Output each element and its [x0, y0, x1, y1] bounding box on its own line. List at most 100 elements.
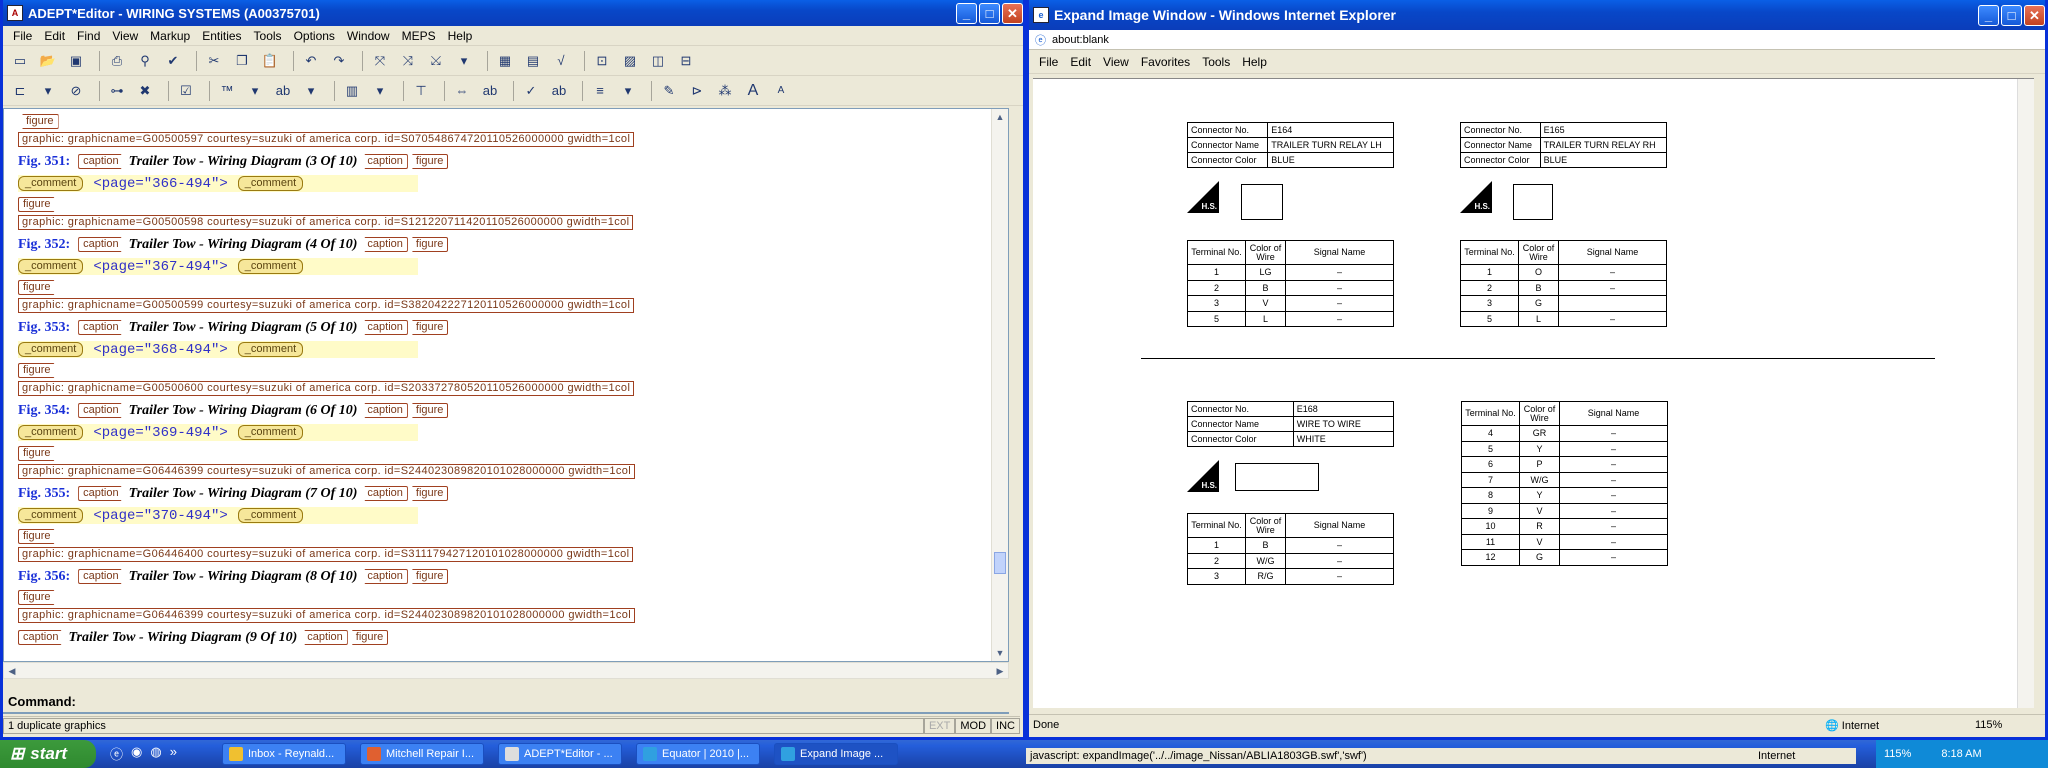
- task-adept[interactable]: ADEPT*Editor - ...: [498, 743, 622, 765]
- scroll-up-icon[interactable]: ▲: [992, 109, 1008, 125]
- expand-icon[interactable]: ⇔: [451, 81, 473, 101]
- caption-end-tag[interactable]: caption: [299, 630, 348, 645]
- graphic-tag[interactable]: graphic: graphicname=G00500600 courtesy=…: [18, 381, 635, 396]
- page-marker[interactable]: <page="367-494">: [93, 259, 227, 275]
- dropdown-icon[interactable]: ▾: [617, 81, 639, 101]
- attribute-icon[interactable]: ⊘: [65, 81, 87, 101]
- caption-tag[interactable]: caption: [78, 237, 127, 252]
- open-folder-icon[interactable]: 📂: [37, 51, 59, 71]
- dropdown-icon[interactable]: ▾: [244, 81, 266, 101]
- ie-menu-tools[interactable]: Tools: [1196, 55, 1236, 69]
- ie-maximize-button[interactable]: □: [2001, 4, 2022, 26]
- page-marker[interactable]: <page="366-494">: [93, 176, 227, 192]
- scroll-right-icon[interactable]: ▶: [992, 663, 1008, 679]
- new-icon[interactable]: ▭: [9, 51, 31, 71]
- comment-end-tag[interactable]: _comment: [237, 259, 304, 274]
- figure-tag[interactable]: figure: [407, 403, 449, 418]
- comment-tag[interactable]: _comment: [18, 259, 84, 274]
- ie-menu-favorites[interactable]: Favorites: [1135, 55, 1196, 69]
- dropdown-icon[interactable]: ▾: [453, 51, 475, 71]
- menu-file[interactable]: File: [7, 29, 38, 43]
- align-icon[interactable]: ≡: [589, 81, 611, 101]
- comment-end-tag[interactable]: _comment: [237, 342, 304, 357]
- check-icon[interactable]: ☑: [175, 81, 197, 101]
- minimize-button[interactable]: _: [956, 2, 977, 24]
- outlook-launch-icon[interactable]: ◉: [131, 744, 142, 764]
- menu-tools[interactable]: Tools: [248, 29, 288, 43]
- caption-end-tag[interactable]: caption: [359, 237, 408, 252]
- comment-tag[interactable]: _comment: [18, 342, 84, 357]
- graphic-tag[interactable]: graphic: graphicname=G06446399 courtesy=…: [18, 464, 636, 479]
- command-input[interactable]: [3, 712, 1009, 714]
- figure-tag[interactable]: figure: [18, 114, 59, 129]
- task-inbox[interactable]: Inbox - Reynald...: [222, 743, 346, 765]
- tray-zoom[interactable]: 115%: [1884, 748, 1911, 760]
- change-tag-icon[interactable]: ⤨: [397, 51, 419, 71]
- menu-options[interactable]: Options: [288, 29, 341, 43]
- graphic-tag[interactable]: graphic: graphicname=G00500598 courtesy=…: [18, 215, 634, 230]
- menu-find[interactable]: Find: [71, 29, 106, 43]
- text-larger-icon[interactable]: A: [742, 81, 764, 101]
- comment-tag[interactable]: _comment: [18, 425, 84, 440]
- figure-caption[interactable]: Trailer Tow - Wiring Diagram (5 Of 10): [129, 320, 358, 336]
- figure-caption[interactable]: Trailer Tow - Wiring Diagram (3 Of 10): [129, 154, 358, 170]
- menu-edit[interactable]: Edit: [38, 29, 71, 43]
- dropdown-icon[interactable]: ▾: [369, 81, 391, 101]
- figure-tag[interactable]: figure: [18, 280, 59, 295]
- caption-tag[interactable]: caption: [18, 630, 67, 645]
- spelling-check-icon[interactable]: ✓: [520, 81, 542, 101]
- horizontal-scrollbar[interactable]: ◀ ▶: [3, 662, 1009, 679]
- caption-tag[interactable]: caption: [78, 403, 127, 418]
- figure-tag[interactable]: figure: [18, 529, 59, 544]
- maximize-button[interactable]: □: [979, 2, 1000, 24]
- comment-end-tag[interactable]: _comment: [237, 176, 304, 191]
- figure-tag[interactable]: figure: [18, 590, 59, 605]
- caption-end-tag[interactable]: caption: [359, 154, 408, 169]
- task-equator[interactable]: Equator | 2010 |...: [636, 743, 760, 765]
- text-smaller-icon[interactable]: A: [770, 81, 792, 101]
- paste-icon[interactable]: 📋: [259, 51, 281, 71]
- menu-view[interactable]: View: [106, 29, 144, 43]
- trademark-icon[interactable]: ™: [216, 81, 238, 101]
- equation-icon[interactable]: √: [550, 51, 572, 71]
- spelling-icon[interactable]: ab: [272, 81, 294, 101]
- comment-tag[interactable]: _comment: [18, 508, 84, 523]
- menu-markup[interactable]: Markup: [144, 29, 196, 43]
- format-icon[interactable]: ⊳: [686, 81, 708, 101]
- menu-window[interactable]: Window: [341, 29, 396, 43]
- dropdown-icon[interactable]: ▾: [300, 81, 322, 101]
- rows-icon[interactable]: ⊟: [675, 51, 697, 71]
- ie-vertical-scrollbar[interactable]: [2017, 79, 2034, 708]
- abc-icon[interactable]: ab: [479, 81, 501, 101]
- address-bar[interactable]: ⓔ about:blank: [1029, 30, 2045, 50]
- address-text[interactable]: about:blank: [1052, 34, 1109, 46]
- figure-tag[interactable]: figure: [407, 486, 449, 501]
- element-icon[interactable]: ⊏: [9, 81, 31, 101]
- print-icon[interactable]: ⎙: [106, 51, 128, 71]
- ie-menu-edit[interactable]: Edit: [1064, 55, 1097, 69]
- menu-meps[interactable]: MEPS: [396, 29, 442, 43]
- caption-tag[interactable]: caption: [78, 486, 127, 501]
- comment-end-tag[interactable]: _comment: [237, 508, 304, 523]
- start-button[interactable]: ⊞ start: [0, 740, 96, 768]
- figure-caption[interactable]: Trailer Tow - Wiring Diagram (7 Of 10): [129, 486, 358, 502]
- ie-minimize-button[interactable]: _: [1978, 4, 1999, 26]
- figure-tag[interactable]: figure: [407, 154, 449, 169]
- figure-tag[interactable]: figure: [347, 630, 389, 645]
- page-marker[interactable]: <page="368-494">: [93, 342, 227, 358]
- delete-link-icon[interactable]: ✖: [134, 81, 156, 101]
- edit-tool-icon[interactable]: ✎: [658, 81, 680, 101]
- graphic-icon[interactable]: ▨: [619, 51, 641, 71]
- clock[interactable]: 8:18 AM: [1941, 748, 1981, 760]
- caption-end-tag[interactable]: caption: [359, 320, 408, 335]
- zoom-icon[interactable]: ⊡: [591, 51, 613, 71]
- menu-entities[interactable]: Entities: [196, 29, 247, 43]
- task-expand-image[interactable]: Expand Image ...: [774, 743, 898, 765]
- figure-caption[interactable]: Trailer Tow - Wiring Diagram (4 Of 10): [129, 237, 358, 253]
- graphic-tag[interactable]: graphic: graphicname=G06446400 courtesy=…: [18, 547, 634, 562]
- vertical-scrollbar[interactable]: ▲ ▼: [991, 109, 1008, 661]
- comment-end-tag[interactable]: _comment: [237, 425, 304, 440]
- dropdown-icon[interactable]: ▾: [37, 81, 59, 101]
- ie-menu-file[interactable]: File: [1033, 55, 1064, 69]
- figure-tag[interactable]: figure: [18, 363, 59, 378]
